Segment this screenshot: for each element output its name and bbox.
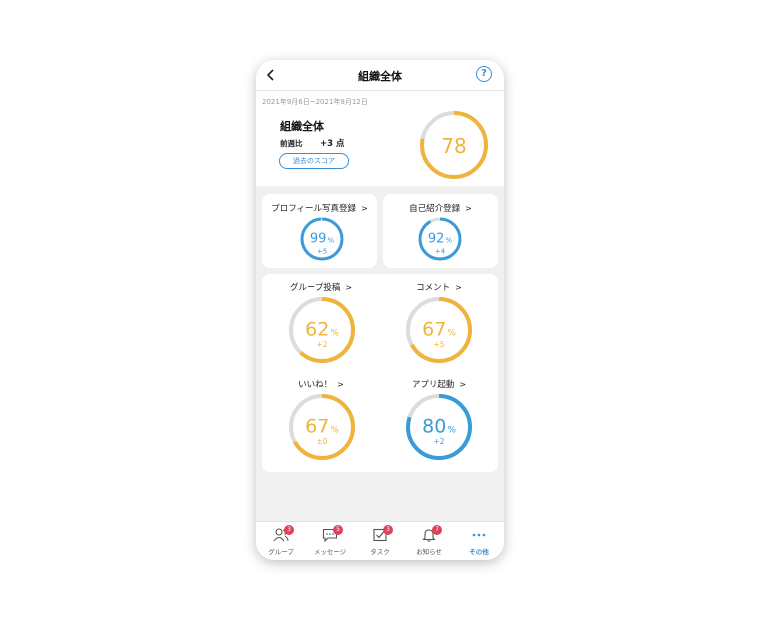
card-title-app-launch[interactable]: アプリ起動 >	[380, 378, 498, 390]
group-post-percent: 62%	[305, 318, 339, 340]
tab-group[interactable]: 3 グループ	[256, 522, 306, 560]
profile-photo-ring: 99%+5	[300, 217, 344, 261]
profile-photo-percent: 99%	[310, 232, 335, 247]
chevron-right-icon: >	[455, 283, 462, 292]
phone-screen: 組織全体 ? 2021年9月6日~2021年9月12日 組織全体 前週比 +3 …	[256, 60, 504, 560]
self-intro-delta: +4	[435, 248, 446, 256]
group-post-ring: 62%+2	[289, 297, 355, 363]
card-title-like[interactable]: いいね！ >	[262, 378, 380, 390]
chevron-right-icon: >	[465, 204, 472, 213]
chevron-right-icon: >	[337, 380, 344, 389]
summary-panel: 2021年9月6日~2021年9月12日 組織全体 前週比 +3 点 過去のスコ…	[256, 91, 504, 186]
bottom-tab-bar: 3 グループ 5 メッセージ 3 タスク 7 お知らせ その他	[256, 521, 504, 560]
card-profile-photo[interactable]: プロフィール写真登録 > 99% +5	[262, 194, 377, 268]
card-title-group-post[interactable]: グループ投稿 >	[262, 281, 380, 293]
tab-message[interactable]: 5 メッセージ	[305, 522, 355, 560]
tab-more-label: その他	[469, 548, 489, 556]
card-title-comment[interactable]: コメント >	[380, 281, 498, 293]
page-title: 組織全体	[358, 70, 402, 83]
like-delta: ±0	[316, 437, 327, 446]
week-compare-label: 前週比	[280, 139, 303, 148]
org-name: 組織全体	[280, 120, 324, 133]
comment-ring: 67%+5	[406, 297, 472, 363]
like-ring: 67%±0	[289, 394, 355, 460]
tab-group-badge: 3	[284, 525, 294, 535]
app-header: 組織全体 ?	[256, 60, 504, 91]
total-score-ring: 78	[420, 111, 488, 179]
help-icon[interactable]: ?	[476, 66, 492, 82]
chevron-right-icon: >	[345, 283, 353, 292]
tab-task[interactable]: 3 タスク	[355, 522, 405, 560]
chevron-right-icon: >	[361, 204, 368, 213]
tab-notification-label: お知らせ	[416, 548, 442, 556]
tab-group-label: グループ	[268, 548, 294, 556]
past-score-button[interactable]: 過去のスコア	[279, 153, 349, 169]
self-intro-ring: 92%+4	[418, 217, 462, 261]
tab-more[interactable]: その他	[454, 522, 504, 560]
date-range: 2021年9月6日~2021年9月12日	[262, 98, 368, 106]
card-title-self-intro[interactable]: 自己紹介登録 >	[383, 202, 498, 214]
comment-delta: +5	[433, 340, 444, 349]
app-launch-ring: 80%+2	[406, 394, 472, 460]
like-percent: 67%	[305, 415, 339, 437]
comment-percent: 67%	[422, 318, 456, 340]
chevron-right-icon: >	[459, 380, 467, 389]
tab-notification[interactable]: 7 お知らせ	[404, 522, 454, 560]
profile-photo-delta: +5	[317, 248, 327, 256]
week-compare-value: +3 点	[320, 139, 345, 149]
card-self-intro[interactable]: 自己紹介登録 > 92% +4	[383, 194, 498, 268]
more-icon	[472, 533, 486, 537]
tab-message-badge: 5	[333, 525, 343, 535]
self-intro-percent: 92%	[428, 232, 453, 247]
total-score-value: 78	[441, 134, 466, 158]
activity-card: グループ投稿 > 62% +2 コメント > 67% +5 いいね！ > 67% ±0 アプ…	[262, 274, 498, 472]
tab-task-label: タスク	[370, 548, 390, 556]
card-title-profile-photo[interactable]: プロフィール写真登録 >	[262, 202, 377, 214]
tab-task-badge: 3	[383, 525, 393, 535]
tab-message-label: メッセージ	[313, 548, 347, 556]
app-launch-percent: 80%	[422, 415, 456, 437]
group-post-delta: +2	[316, 340, 327, 349]
tab-notification-badge: 7	[432, 525, 442, 535]
app-launch-delta: +2	[433, 437, 444, 446]
